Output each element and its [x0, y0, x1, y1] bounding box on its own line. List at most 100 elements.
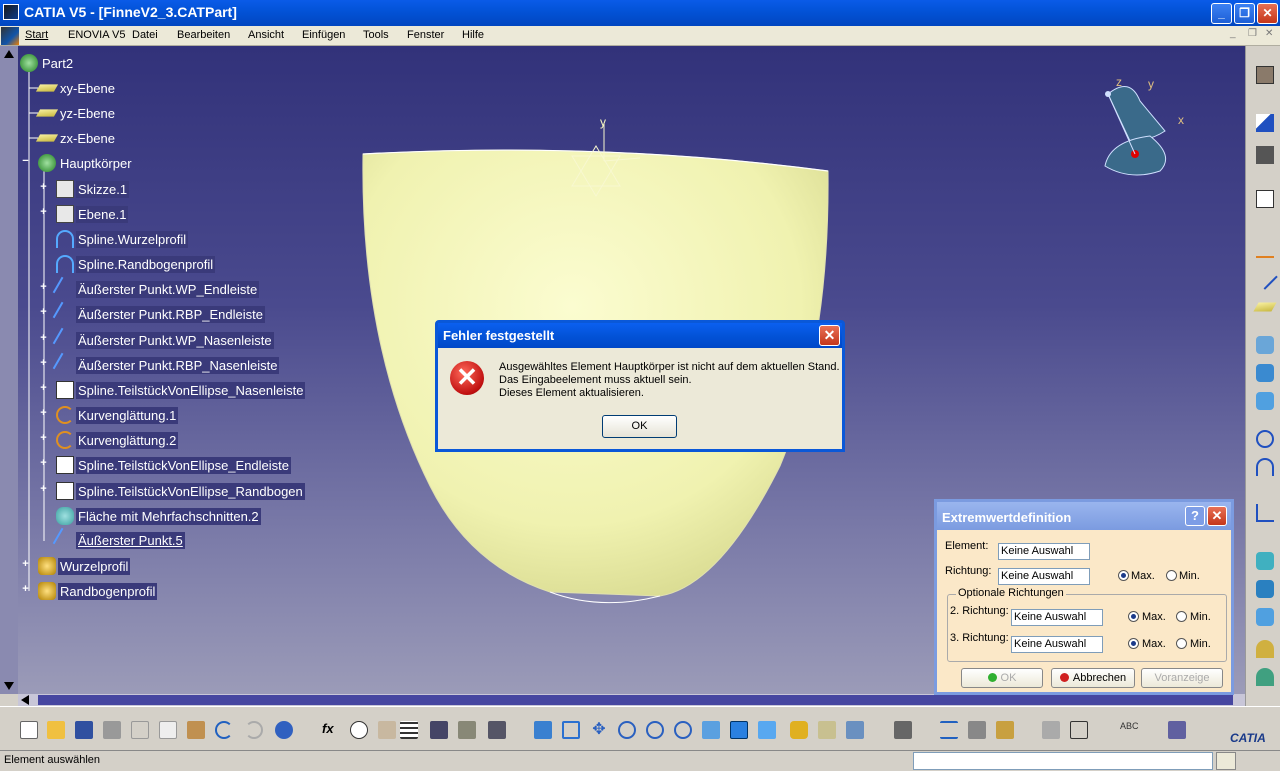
- split-icon[interactable]: [1254, 578, 1276, 600]
- scroll-left-arrow-icon[interactable]: [21, 695, 29, 705]
- menu-tools[interactable]: Tools: [363, 29, 389, 41]
- mdi-minimize-button[interactable]: _: [1230, 28, 1236, 39]
- menu-fenster[interactable]: Fenster: [407, 29, 444, 41]
- direction-3-min-radio[interactable]: [1176, 638, 1187, 649]
- fit-all-icon[interactable]: [560, 719, 582, 741]
- pan-icon[interactable]: ✥: [588, 719, 610, 741]
- tree-item-randbogenprofil[interactable]: Randbogenprofil: [38, 580, 158, 602]
- element-field[interactable]: Keine Auswahl: [998, 543, 1090, 560]
- offset-surface-icon[interactable]: [1254, 362, 1276, 384]
- formula-icon[interactable]: fx: [320, 719, 342, 741]
- direction-field[interactable]: Keine Auswahl: [998, 568, 1090, 585]
- paste-icon[interactable]: [185, 719, 207, 741]
- tree-item-kurvenglaettung1[interactable]: Kurvenglättung.1: [56, 404, 179, 426]
- catia-menu-logo-icon[interactable]: [1, 27, 19, 45]
- iso-view-icon[interactable]: [756, 719, 778, 741]
- tree-item-spline-randbogen[interactable]: Spline.TeilstückVonEllipse_Randbogen: [56, 480, 305, 502]
- rotate-icon[interactable]: [616, 719, 638, 741]
- save-icon[interactable]: [73, 719, 95, 741]
- table-icon[interactable]: [398, 719, 420, 741]
- direction-2-min-radio[interactable]: [1176, 611, 1187, 622]
- circle-icon[interactable]: [1254, 428, 1276, 450]
- update-icon[interactable]: [892, 719, 914, 741]
- plane-tool-icon[interactable]: [1253, 296, 1277, 318]
- menu-bearbeiten[interactable]: Bearbeiten: [177, 29, 230, 41]
- line-icon[interactable]: [1252, 264, 1278, 290]
- redo-icon[interactable]: [243, 719, 265, 741]
- tree-item-punkt-rbp-nasenleiste[interactable]: Äußerster Punkt.RBP_Nasenleiste: [52, 352, 280, 378]
- swap-visible-space-icon[interactable]: [844, 719, 866, 741]
- tree-item-ebene1[interactable]: Ebene.1: [56, 203, 129, 225]
- menu-einfuegen[interactable]: Einfügen: [302, 29, 345, 41]
- expand-toggle[interactable]: +: [39, 282, 48, 293]
- expand-toggle[interactable]: +: [39, 358, 48, 369]
- error-dialog-close-button[interactable]: ✕: [819, 325, 840, 346]
- hide-show-icon[interactable]: [816, 719, 838, 741]
- shape-fillet-icon[interactable]: [1254, 666, 1276, 688]
- tree-item-spline-randbogenprofil[interactable]: Spline.Randbogenprofil: [56, 253, 216, 275]
- select-arrow-icon[interactable]: [1254, 112, 1276, 134]
- expand-toggle[interactable]: +: [39, 408, 48, 419]
- menu-enovia[interactable]: ENOVIA V5: [68, 29, 125, 41]
- tree-item-spline-endleiste[interactable]: Spline.TeilstückVonEllipse_Endleiste: [56, 454, 292, 476]
- close-button[interactable]: ✕: [1257, 3, 1278, 24]
- new-file-icon[interactable]: [18, 719, 40, 741]
- tree-item-punkt-wp-endleiste[interactable]: Äußerster Punkt.WP_Endleiste: [52, 276, 260, 302]
- tree-root[interactable]: Part2: [20, 52, 75, 74]
- sketcher-icon[interactable]: [1254, 188, 1276, 210]
- tree-item-skizze[interactable]: Skizze.1: [56, 178, 130, 200]
- lock-icon[interactable]: [456, 719, 478, 741]
- tree-item-punkt-wp-nasenleiste[interactable]: Äußerster Punkt.WP_Nasenleiste: [52, 327, 274, 353]
- whats-this-help-icon[interactable]: [273, 719, 295, 741]
- normal-view-icon[interactable]: [700, 719, 722, 741]
- expand-toggle[interactable]: +: [39, 333, 48, 344]
- tree-item-punkt-rbp-endleiste[interactable]: Äußerster Punkt.RBP_Endleiste: [52, 301, 265, 327]
- direction-2-field[interactable]: Keine Auswahl: [1011, 609, 1103, 626]
- expand-toggle[interactable]: +: [21, 559, 30, 570]
- shading-icon[interactable]: [788, 719, 810, 741]
- scroll-down-arrow-icon[interactable]: [4, 682, 14, 690]
- open-folder-icon[interactable]: [45, 719, 67, 741]
- expand-toggle[interactable]: +: [39, 383, 48, 394]
- direction-min-radio[interactable]: [1166, 570, 1177, 581]
- catalog-icon[interactable]: [1166, 719, 1188, 741]
- extrude-icon[interactable]: [1254, 334, 1276, 356]
- multi-view-icon[interactable]: [728, 719, 750, 741]
- menu-start[interactable]: Start: [25, 29, 48, 41]
- connect-curve-icon[interactable]: [1254, 502, 1276, 524]
- direction-3-max-radio[interactable]: [1128, 638, 1139, 649]
- sketch-tools-icon[interactable]: [1254, 144, 1276, 166]
- extremum-ok-button[interactable]: OK: [961, 668, 1043, 688]
- expand-toggle[interactable]: +: [39, 484, 48, 495]
- tree-item-xy-ebene[interactable]: xy-Ebene: [35, 77, 117, 99]
- menu-ansicht[interactable]: Ansicht: [248, 29, 284, 41]
- menu-hilfe[interactable]: Hilfe: [462, 29, 484, 41]
- spline-tool-icon[interactable]: [1254, 456, 1276, 478]
- fillet-icon[interactable]: [1254, 638, 1276, 660]
- sweep-icon[interactable]: [1254, 390, 1276, 412]
- spell-check-icon[interactable]: ABC: [1118, 719, 1140, 741]
- expand-toggle[interactable]: +: [39, 207, 48, 218]
- trim-icon[interactable]: [1254, 606, 1276, 628]
- tree-item-wurzelprofil[interactable]: Wurzelprofil: [38, 555, 131, 577]
- mdi-close-button[interactable]: ✕: [1265, 28, 1273, 39]
- expand-toggle[interactable]: +: [39, 182, 48, 193]
- extremum-preview-button[interactable]: Voranzeige: [1141, 668, 1223, 688]
- tree-item-punkt5[interactable]: Äußerster Punkt.5: [52, 527, 185, 553]
- copy-icon[interactable]: [157, 719, 179, 741]
- tree-vertical-scrollbar[interactable]: [0, 46, 18, 694]
- error-dialog-titlebar[interactable]: Fehler festgestellt ✕: [438, 323, 842, 348]
- hierarchy-icon[interactable]: [486, 719, 508, 741]
- zoom-out-icon[interactable]: [672, 719, 694, 741]
- extremum-cancel-button[interactable]: Abbrechen: [1051, 668, 1135, 688]
- tree-item-spline-nasenleiste[interactable]: Spline.TeilstückVonEllipse_Nasenleiste: [56, 379, 306, 401]
- join-icon[interactable]: [1254, 550, 1276, 572]
- mdi-restore-button[interactable]: ❐: [1248, 28, 1257, 39]
- error-ok-button[interactable]: OK: [602, 415, 677, 438]
- comment-icon[interactable]: [348, 719, 370, 741]
- horizontal-scrollbar[interactable]: [18, 694, 1245, 706]
- part-design-workbench-icon[interactable]: [1254, 64, 1276, 86]
- measure-item-icon[interactable]: [966, 719, 988, 741]
- minimize-button[interactable]: _: [1211, 3, 1232, 24]
- expand-toggle[interactable]: +: [21, 584, 30, 595]
